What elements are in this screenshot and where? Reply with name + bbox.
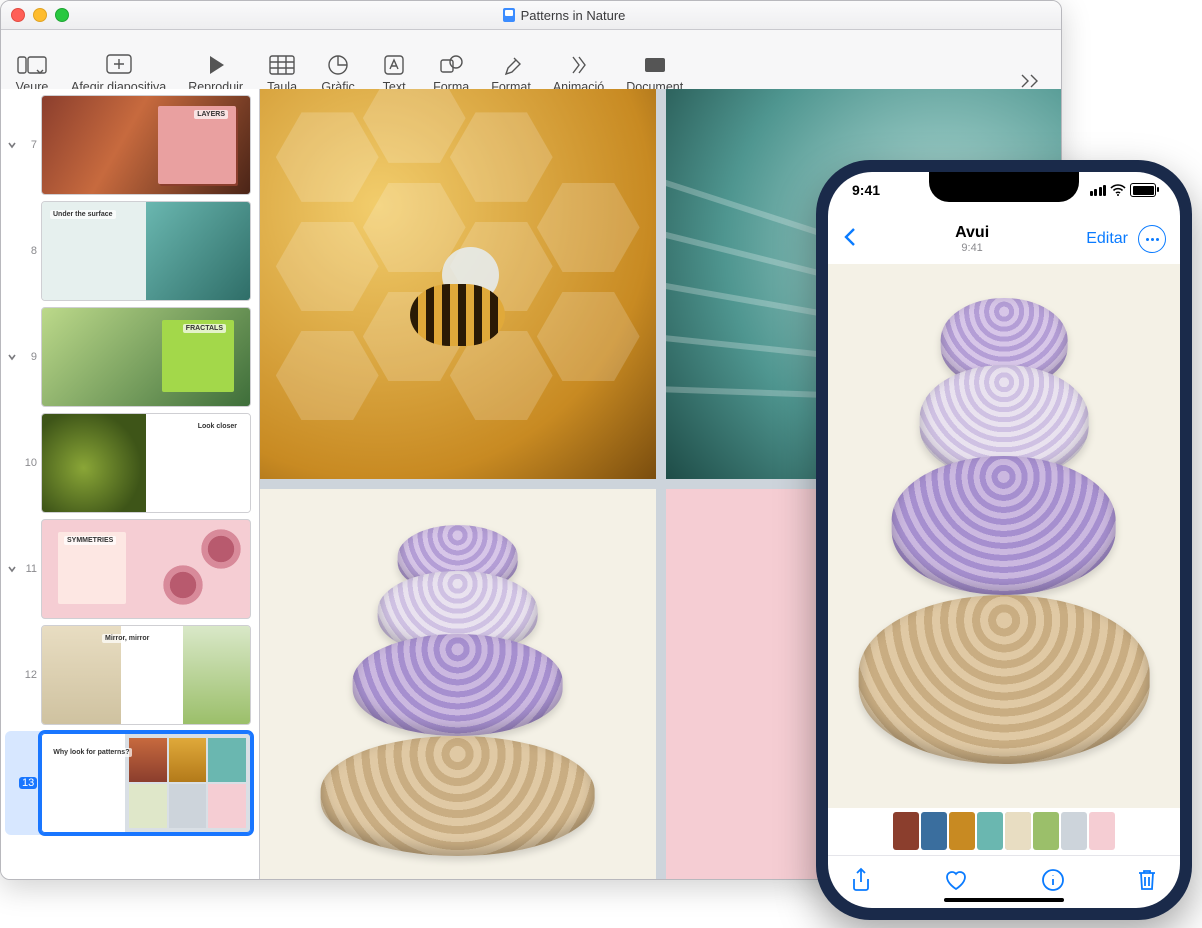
- format-button[interactable]: Format: [491, 52, 531, 94]
- photo-viewer[interactable]: [828, 264, 1180, 808]
- canvas-image-urchin-stack[interactable]: [260, 489, 656, 879]
- slide-thumbnail-10[interactable]: 10 Look closer: [7, 413, 251, 513]
- strip-thumbnail[interactable]: [977, 812, 1003, 850]
- view-button[interactable]: Veure: [15, 52, 49, 94]
- strip-thumbnail[interactable]: [1089, 812, 1115, 850]
- slide-thumbnail-11[interactable]: 11 SYMMETRIES: [7, 519, 251, 619]
- edit-button[interactable]: Editar: [1086, 230, 1128, 248]
- info-button[interactable]: [1041, 868, 1065, 897]
- home-indicator[interactable]: [944, 898, 1064, 902]
- more-button[interactable]: [1138, 225, 1166, 253]
- titlebar[interactable]: Patterns in Nature: [1, 1, 1061, 30]
- favorite-button[interactable]: [943, 868, 969, 897]
- photos-nav-bar: Avui 9:41 Editar: [828, 216, 1180, 262]
- slide-navigator[interactable]: 7 LAYERS 8 Under the surface 9 FRACTALS …: [1, 89, 260, 879]
- strip-thumbnail[interactable]: [949, 812, 975, 850]
- text-icon: [377, 52, 411, 78]
- strip-thumbnail[interactable]: [893, 812, 919, 850]
- strip-thumbnail[interactable]: [1033, 812, 1059, 850]
- animation-icon: [562, 52, 596, 78]
- slide-thumbnail-13[interactable]: 13 Why look for patterns?: [5, 731, 253, 835]
- back-button[interactable]: [842, 226, 858, 253]
- table-button[interactable]: Taula: [265, 52, 299, 94]
- shape-button[interactable]: Forma: [433, 52, 469, 94]
- document-button[interactable]: Document: [626, 52, 683, 94]
- strip-thumbnail[interactable]: [1005, 812, 1031, 850]
- disclosure-icon[interactable]: [7, 564, 17, 574]
- traffic-lights: [11, 8, 69, 22]
- chart-button[interactable]: Gràfic: [321, 52, 355, 94]
- plus-icon: [102, 52, 136, 78]
- battery-icon: [1130, 183, 1156, 197]
- disclosure-icon[interactable]: [7, 352, 17, 362]
- slide-thumbnail-9[interactable]: 9 FRACTALS: [7, 307, 251, 407]
- document-settings-icon: [638, 52, 672, 78]
- shape-icon: [434, 52, 468, 78]
- animation-button[interactable]: Animació: [553, 52, 604, 94]
- slide-thumbnail-12[interactable]: 12 Mirror, mirror: [7, 625, 251, 725]
- document-icon: [503, 8, 515, 22]
- strip-thumbnail[interactable]: [921, 812, 947, 850]
- slide-thumbnail-7[interactable]: 7 LAYERS: [7, 95, 251, 195]
- iphone-notch: [929, 172, 1079, 202]
- iphone-device: 9:41 Avui 9:41 Editar: [816, 160, 1192, 920]
- chart-icon: [321, 52, 355, 78]
- signal-icon: [1090, 185, 1107, 196]
- text-button[interactable]: Text: [377, 52, 411, 94]
- document-title: Patterns in Nature: [521, 8, 626, 23]
- slide-thumbnail-8[interactable]: 8 Under the surface: [7, 201, 251, 301]
- view-icon: [15, 52, 49, 78]
- delete-button[interactable]: [1136, 867, 1158, 898]
- canvas-image-honeycomb[interactable]: [260, 89, 656, 479]
- photos-title: Avui 9:41: [955, 224, 989, 254]
- window-title: Patterns in Nature: [77, 8, 1051, 23]
- table-icon: [265, 52, 299, 78]
- play-button[interactable]: Reproduir: [188, 52, 243, 94]
- photo-thumbnail-strip[interactable]: [828, 812, 1180, 852]
- strip-thumbnail[interactable]: [1061, 812, 1087, 850]
- minimize-window-button[interactable]: [33, 8, 47, 22]
- format-icon: [494, 52, 528, 78]
- play-icon: [199, 52, 233, 78]
- close-window-button[interactable]: [11, 8, 25, 22]
- wifi-icon: [1110, 184, 1126, 196]
- disclosure-icon[interactable]: [7, 140, 17, 150]
- share-button[interactable]: [850, 867, 872, 898]
- add-slide-button[interactable]: Afegir diapositiva: [71, 52, 166, 94]
- status-time: 9:41: [852, 182, 880, 198]
- zoom-window-button[interactable]: [55, 8, 69, 22]
